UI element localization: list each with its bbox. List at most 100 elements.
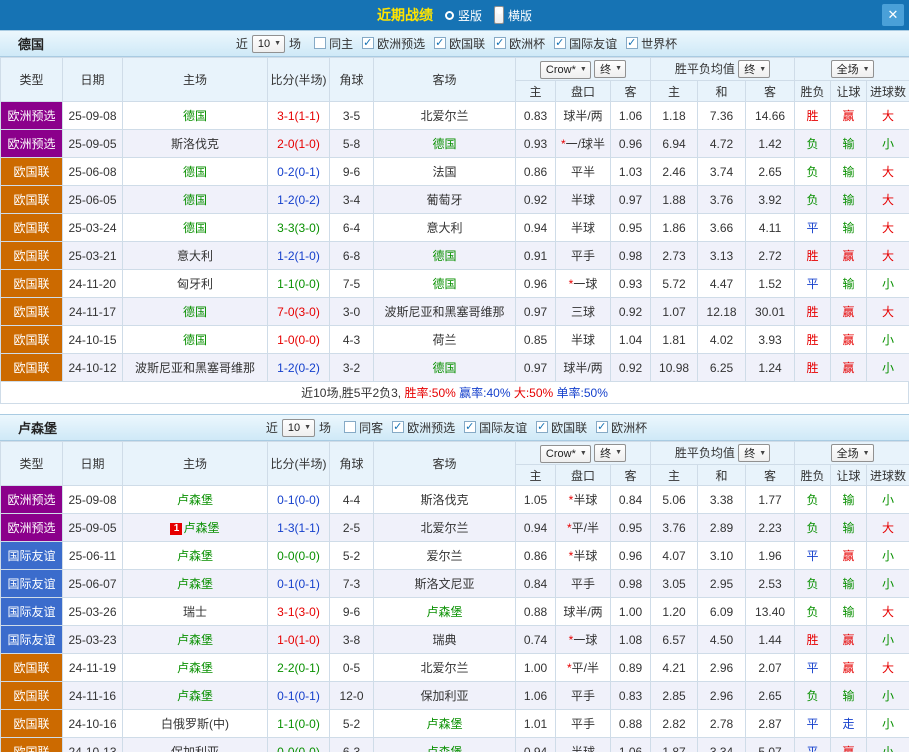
filter-option-国际友谊[interactable]: 国际友谊 <box>554 35 617 52</box>
away-odds: 1.00 <box>611 598 651 626</box>
subcol-handicap: 盘口 <box>556 81 611 102</box>
score-halftime: 1-3(1-1) <box>268 514 330 542</box>
scope-select[interactable]: 全场▼ <box>831 444 874 462</box>
checkbox-icon[interactable] <box>392 421 404 433</box>
checkbox-icon[interactable] <box>362 37 374 49</box>
result-goals: 大 <box>867 186 909 214</box>
corners: 0-5 <box>330 654 374 682</box>
home-team: 德国 <box>123 298 268 326</box>
filter-option-国际友谊[interactable]: 国际友谊 <box>464 419 527 436</box>
home-team: 瑞士 <box>123 598 268 626</box>
filter-option-欧洲预选[interactable]: 欧洲预选 <box>362 35 425 52</box>
away-team: 法国 <box>374 158 516 186</box>
match-row: 欧洲预选25-09-051卢森堡1-3(1-1)2-5北爱尔兰0.94*平/半0… <box>1 514 909 542</box>
home-team: 德国 <box>123 186 268 214</box>
checkbox-icon[interactable] <box>314 37 326 49</box>
checkbox-icon[interactable] <box>344 421 356 433</box>
filter-option-欧洲杯[interactable]: 欧洲杯 <box>596 419 647 436</box>
checkbox-icon[interactable] <box>596 421 608 433</box>
competition-type: 欧国联 <box>1 186 63 214</box>
filter-bar: 近 10▼ 场 同主欧洲预选欧国联欧洲杯国际友谊世界杯 <box>232 35 677 53</box>
filter-bar: 近 10▼ 场 同客欧洲预选国际友谊欧国联欧洲杯 <box>262 419 647 437</box>
handicap: 三球 <box>556 298 611 326</box>
scope-select[interactable]: 全场▼ <box>831 60 874 78</box>
result-handicap: 输 <box>831 514 867 542</box>
score-halftime: 2-0(1-0) <box>268 130 330 158</box>
result-outcome: 负 <box>795 514 831 542</box>
filter-option-同主[interactable]: 同主 <box>314 35 353 52</box>
team-name: 德国 <box>18 34 44 53</box>
match-count-select[interactable]: 10▼ <box>282 419 315 437</box>
match-date: 24-11-20 <box>63 270 123 298</box>
filter-label: 国际友谊 <box>479 419 527 436</box>
team-name: 卢森堡 <box>18 418 57 437</box>
handicap: *平/半 <box>556 514 611 542</box>
corners: 7-3 <box>330 570 374 598</box>
score-halftime: 3-1(1-1) <box>268 102 330 130</box>
filter-option-欧洲预选[interactable]: 欧洲预选 <box>392 419 455 436</box>
favorite-star: * <box>569 493 574 507</box>
col-score: 比分(半场) <box>268 58 330 102</box>
home-odds: 0.74 <box>516 626 556 654</box>
avg-stage-select[interactable]: 终▼ <box>738 60 770 78</box>
away-team-name: 北爱尔兰 <box>420 661 468 675</box>
match-count-select[interactable]: 10▼ <box>252 35 285 53</box>
score-halftime: 1-0(0-0) <box>268 326 330 354</box>
avg-stage-select[interactable]: 终▼ <box>738 444 770 462</box>
match-row: 欧国联24-11-17德国7-0(3-0)3-0波斯尼亚和黑塞哥维那0.97三球… <box>1 298 909 326</box>
odds-stage-select[interactable]: 终▼ <box>594 60 626 78</box>
filter-option-欧国联[interactable]: 欧国联 <box>434 35 485 52</box>
filter-option-世界杯[interactable]: 世界杯 <box>626 35 677 52</box>
filter-option-欧洲杯[interactable]: 欧洲杯 <box>494 35 545 52</box>
checkbox-icon[interactable] <box>434 37 446 49</box>
corners: 5-2 <box>330 542 374 570</box>
bookmaker-select[interactable]: Crow*▼ <box>540 61 591 79</box>
result-handicap: 输 <box>831 486 867 514</box>
checkbox-icon[interactable] <box>536 421 548 433</box>
filter-option-同客[interactable]: 同客 <box>344 419 383 436</box>
checkbox-icon[interactable] <box>554 37 566 49</box>
chevron-down-icon: ▼ <box>863 66 870 73</box>
result-goals: 大 <box>867 102 909 130</box>
corners: 12-0 <box>330 682 374 710</box>
competition-type: 欧国联 <box>1 270 63 298</box>
result-group-header: 全场▼ <box>795 442 909 465</box>
avg-win: 10.98 <box>651 354 698 382</box>
odds-stage-select[interactable]: 终▼ <box>594 444 626 462</box>
away-team: 德国 <box>374 270 516 298</box>
result-outcome: 胜 <box>795 326 831 354</box>
result-outcome: 胜 <box>795 242 831 270</box>
radio-icon[interactable] <box>445 11 454 20</box>
match-date: 25-03-26 <box>63 598 123 626</box>
bookmaker-select[interactable]: Crow*▼ <box>540 445 591 463</box>
checkbox-icon[interactable] <box>464 421 476 433</box>
avg-lose: 3.93 <box>746 326 795 354</box>
result-outcome: 负 <box>795 486 831 514</box>
filter-option-欧国联[interactable]: 欧国联 <box>536 419 587 436</box>
result-handicap: 输 <box>831 682 867 710</box>
match-date: 24-11-17 <box>63 298 123 326</box>
avg-win: 2.85 <box>651 682 698 710</box>
result-handicap: 输 <box>831 186 867 214</box>
competition-type: 国际友谊 <box>1 626 63 654</box>
avg-lose: 30.01 <box>746 298 795 326</box>
layout-radio-vertical[interactable]: 竖版 <box>445 7 482 24</box>
close-button[interactable]: ✕ <box>882 4 904 26</box>
odds-group-header: Crow*▼ 终▼ <box>516 58 651 81</box>
match-date: 25-03-23 <box>63 626 123 654</box>
corners: 4-4 <box>330 486 374 514</box>
result-handicap: 输 <box>831 270 867 298</box>
radio-selected-icon[interactable] <box>494 6 504 24</box>
checkbox-icon[interactable] <box>626 37 638 49</box>
home-odds: 1.00 <box>516 654 556 682</box>
checkbox-icon[interactable] <box>494 37 506 49</box>
result-group-header: 全场▼ <box>795 58 909 81</box>
result-handicap: 赢 <box>831 542 867 570</box>
corners: 9-6 <box>330 158 374 186</box>
avg-lose: 14.66 <box>746 102 795 130</box>
filter-label: 世界杯 <box>641 35 677 52</box>
filter-label: 欧国联 <box>551 419 587 436</box>
layout-radio-horizontal[interactable]: 横版 <box>494 6 532 24</box>
result-outcome: 胜 <box>795 102 831 130</box>
away-team: 斯洛伐克 <box>374 486 516 514</box>
